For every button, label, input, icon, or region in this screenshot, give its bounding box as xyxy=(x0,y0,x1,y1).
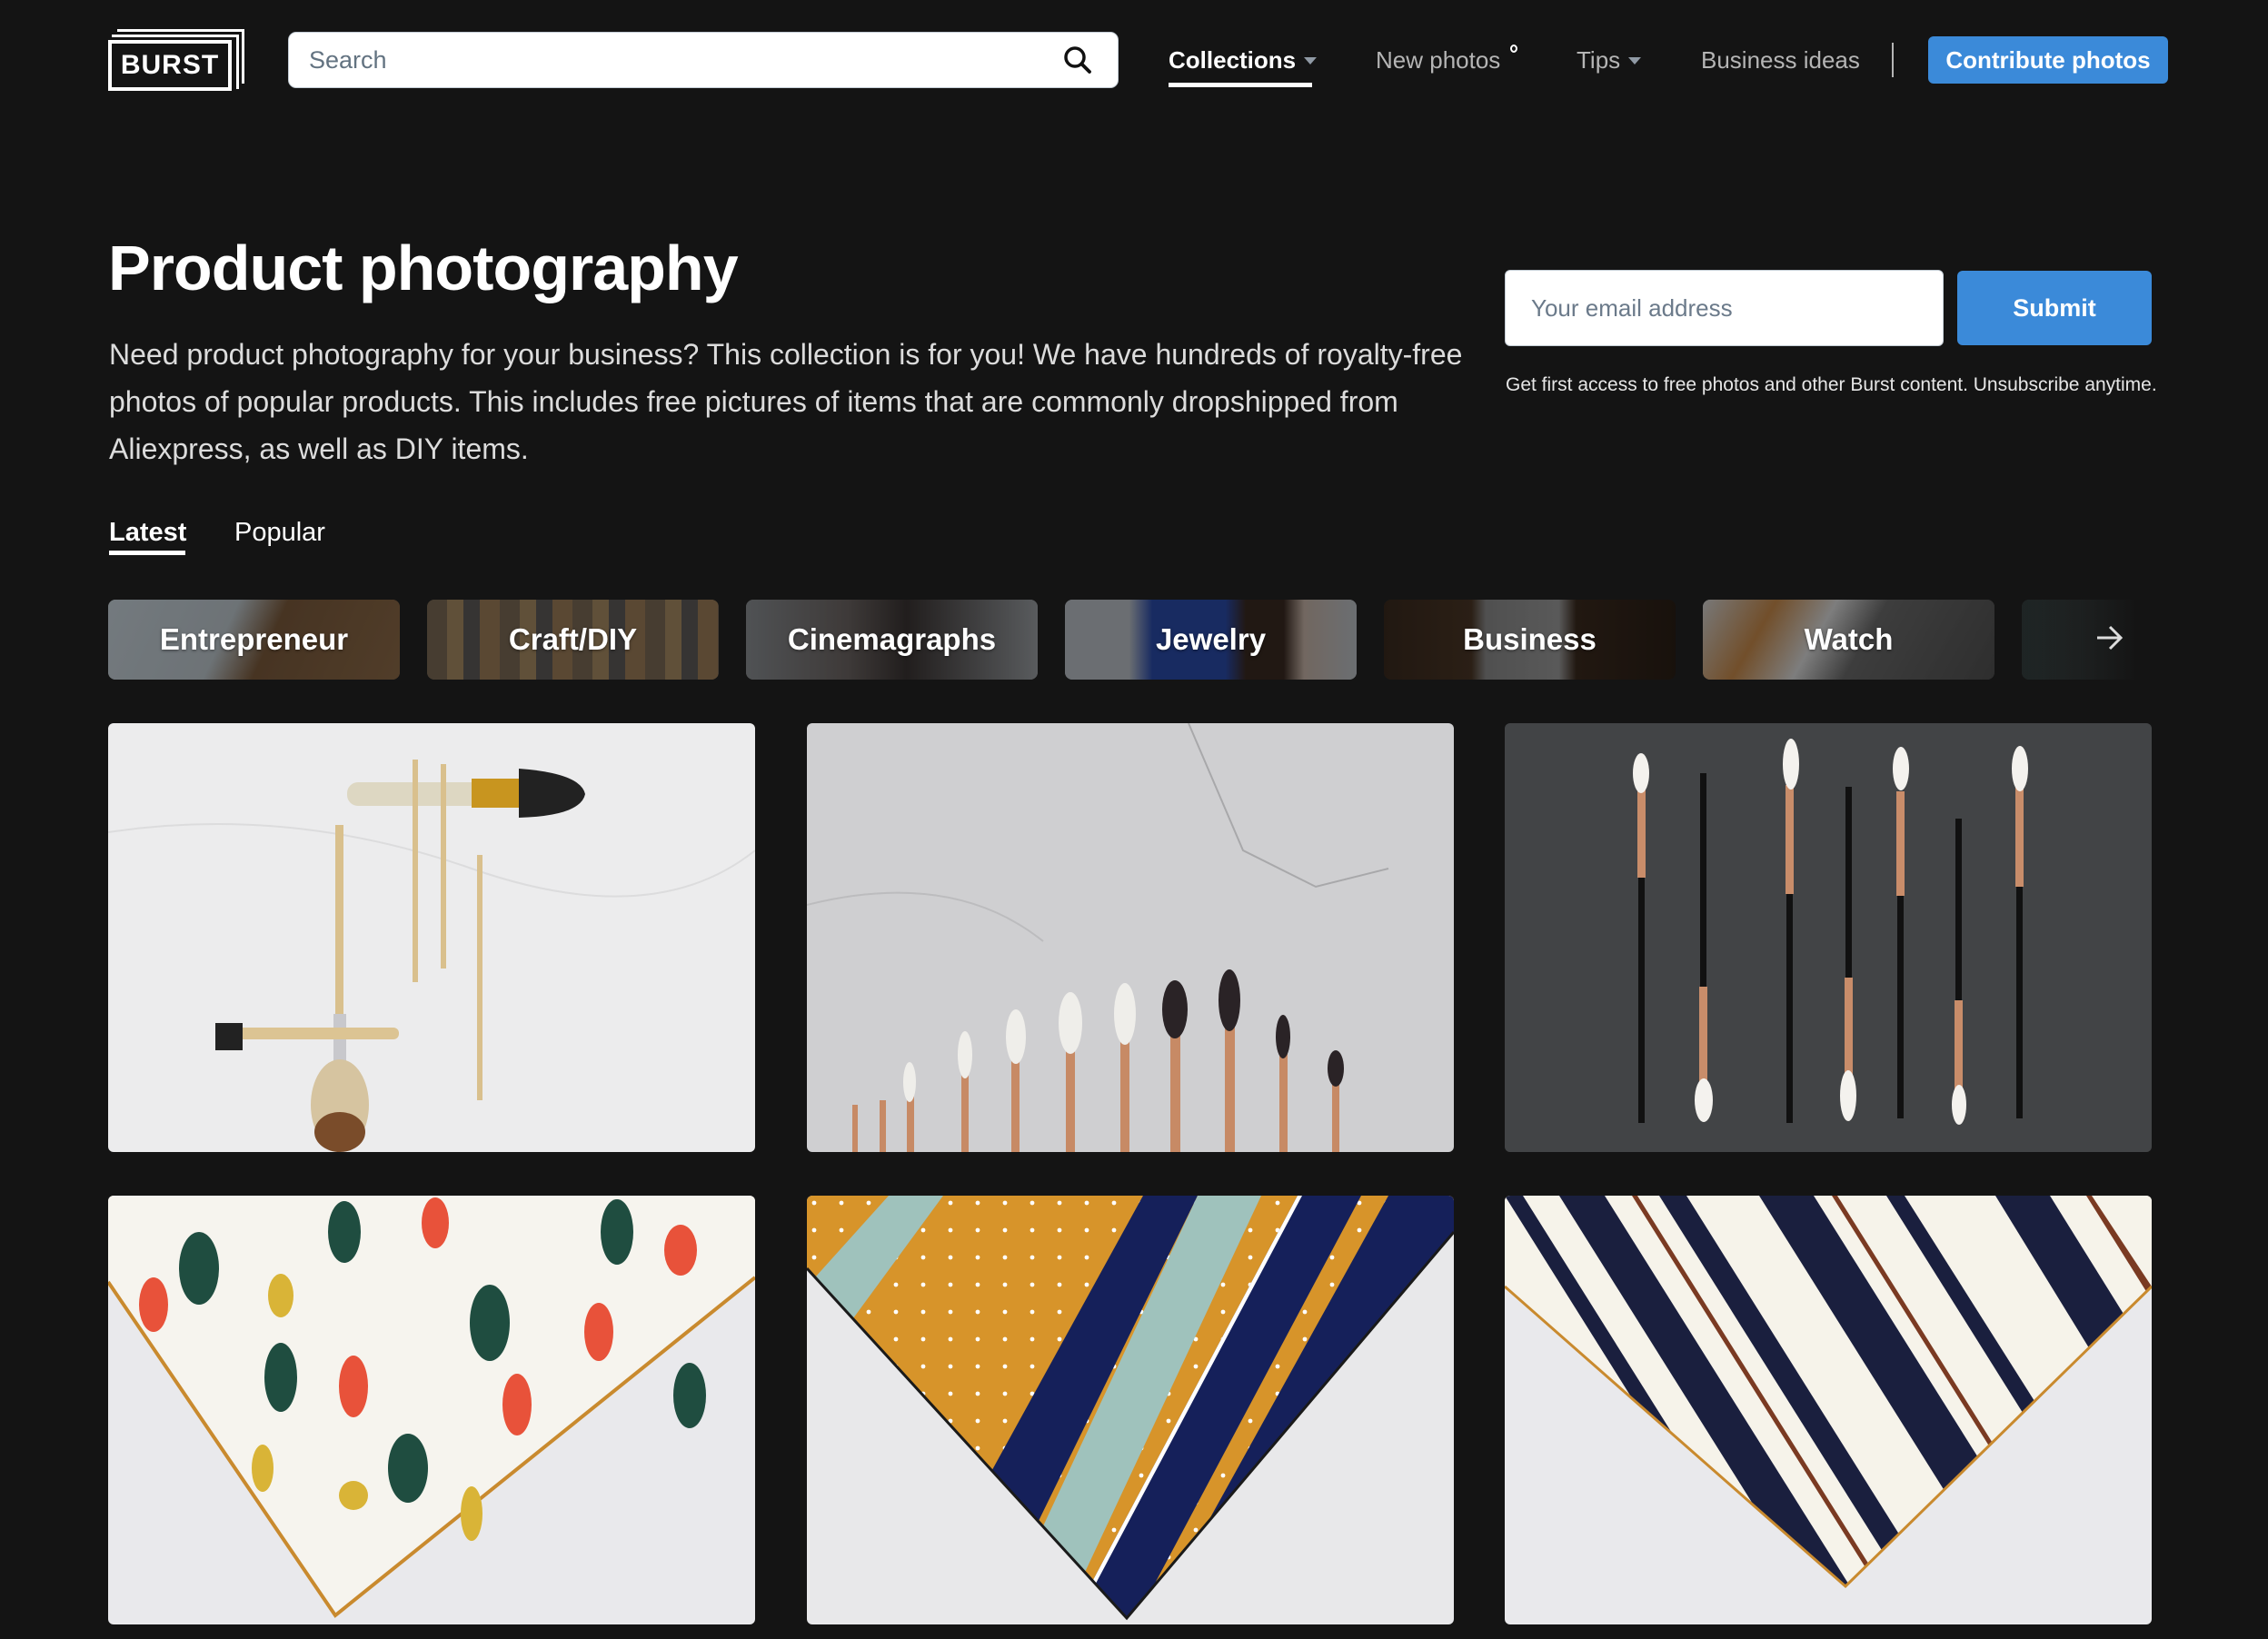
nav-business-ideas[interactable]: Business ideas xyxy=(1701,36,1860,84)
search-bar[interactable] xyxy=(288,32,1119,88)
photo-black-brushes xyxy=(1505,723,2152,1152)
logo-text: BURST xyxy=(108,40,232,91)
search-icon[interactable] xyxy=(1050,33,1105,87)
photo-striped-polka-scarf xyxy=(807,1196,1454,1624)
nav-business-ideas-label: Business ideas xyxy=(1701,45,1860,74)
carousel-next-arrow-icon[interactable] xyxy=(2092,620,2128,656)
photo-rose-gold-brushes xyxy=(807,723,1454,1152)
photo-card[interactable] xyxy=(108,723,755,1152)
chevron-down-icon xyxy=(1304,57,1318,65)
collection-description: Need product photography for your busine… xyxy=(109,338,1463,465)
nav-tips[interactable]: Tips xyxy=(1577,36,1642,84)
chevron-down-icon xyxy=(1628,57,1642,65)
category-label: Jewelry xyxy=(1155,622,1267,656)
category-watch[interactable]: Watch xyxy=(1703,600,1994,680)
category-business[interactable]: Business xyxy=(1384,600,1676,680)
tab-popular[interactable]: Popular xyxy=(234,518,325,548)
newsletter-helper-text: Get first access to free photos and othe… xyxy=(1506,374,2157,395)
contribute-photos-button[interactable]: Contribute photos xyxy=(1928,36,2168,84)
photo-parrot-scarf xyxy=(108,1196,755,1624)
category-label: Craft/DIY xyxy=(508,622,638,656)
tab-latest[interactable]: Latest xyxy=(109,518,186,548)
category-jewelry[interactable]: Jewelry xyxy=(1065,600,1357,680)
burst-logo[interactable]: BURST xyxy=(108,29,246,91)
carousel-fade xyxy=(1989,600,2153,680)
category-label: Business xyxy=(1463,622,1597,656)
photo-card[interactable] xyxy=(807,723,1454,1152)
category-label: Cinemagraphs xyxy=(787,622,997,656)
photo-card[interactable] xyxy=(807,1196,1454,1624)
email-field[interactable] xyxy=(1505,270,1944,346)
photo-navy-striped-scarf xyxy=(1505,1196,2152,1624)
photo-card[interactable] xyxy=(1505,723,2152,1152)
submit-button[interactable]: Submit xyxy=(1957,271,2152,345)
category-entrepreneur[interactable]: Entrepreneur xyxy=(108,600,400,680)
nav-collections[interactable]: Collections xyxy=(1169,36,1318,84)
category-carousel: Entrepreneur Craft/DIY Cinemagraphs Jewe… xyxy=(108,600,2153,680)
nav-new-photos[interactable]: New photos xyxy=(1376,36,1500,84)
nav-active-indicator xyxy=(1169,83,1312,87)
search-input[interactable] xyxy=(289,33,1050,87)
category-label: Entrepreneur xyxy=(159,622,349,656)
new-indicator-dot-icon xyxy=(1510,45,1517,53)
photo-card[interactable] xyxy=(108,1196,755,1624)
photo-bamboo-brushes xyxy=(108,723,755,1152)
nav-new-photos-label: New photos xyxy=(1376,45,1501,74)
photo-card[interactable] xyxy=(1505,1196,2152,1624)
nav-divider xyxy=(1892,43,1894,77)
category-craft-diy[interactable]: Craft/DIY xyxy=(427,600,719,680)
page-title: Product photography xyxy=(108,233,739,303)
category-label: Watch xyxy=(1804,622,1894,656)
tab-active-indicator xyxy=(109,551,185,555)
nav-tips-label: Tips xyxy=(1577,45,1621,74)
category-cinemagraphs[interactable]: Cinemagraphs xyxy=(746,600,1038,680)
nav-collections-label: Collections xyxy=(1169,45,1297,74)
